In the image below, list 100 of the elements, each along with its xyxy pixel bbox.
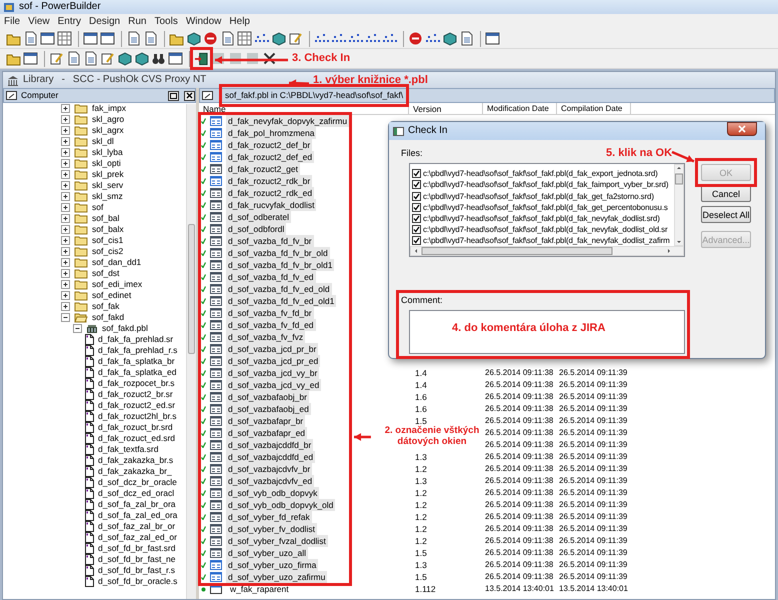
list-item[interactable]: d_sof_vazba_fd_fv_ed_old bbox=[226, 283, 332, 295]
window-icon[interactable] bbox=[485, 31, 500, 46]
square-icon[interactable] bbox=[228, 51, 243, 66]
list-item[interactable]: d_sof_vyber_uzo_all bbox=[226, 547, 308, 559]
tree-item[interactable]: d_sof_faz_zal_ed_or bbox=[98, 532, 177, 543]
expand-icon[interactable] bbox=[61, 126, 70, 135]
tree-item[interactable]: sof_dst bbox=[92, 268, 120, 279]
list-item[interactable]: d_sof_vyb_odb_dopvyk_old bbox=[226, 499, 336, 511]
expand-icon[interactable] bbox=[61, 115, 70, 124]
expand-icon[interactable] bbox=[61, 159, 70, 168]
expand-icon[interactable] bbox=[61, 236, 70, 245]
expand-icon[interactable] bbox=[61, 170, 70, 179]
list-item[interactable]: d_fak_rozuct2_rdk_br bbox=[226, 175, 312, 187]
list-item[interactable]: d_sof_vazba_jcd_vy_ed bbox=[226, 379, 322, 391]
tree-item[interactable]: d_sof_fd_br_fast_ne bbox=[98, 554, 176, 565]
tree-item[interactable]: d_fak_fa_prehlad_r.s bbox=[98, 345, 178, 356]
tree-item[interactable]: fak_impx bbox=[92, 103, 126, 114]
column-header[interactable]: Modification Date bbox=[483, 103, 557, 115]
document-icon[interactable] bbox=[23, 31, 38, 46]
list-item[interactable]: d_sof_vazba_fv_fd_br bbox=[226, 307, 314, 319]
document-icon[interactable] bbox=[66, 51, 81, 66]
expand-icon[interactable] bbox=[61, 148, 70, 157]
document-icon[interactable] bbox=[220, 31, 235, 46]
list-item[interactable]: d_sof_odbfordl bbox=[226, 223, 286, 235]
list-item[interactable]: d_sof_vazba_jcd_pr_br bbox=[226, 343, 318, 355]
grid-icon[interactable] bbox=[237, 31, 252, 46]
expand-icon[interactable] bbox=[61, 181, 70, 190]
menu-item[interactable]: Entry bbox=[54, 14, 85, 28]
column-header[interactable]: Compilation Date bbox=[557, 103, 631, 115]
tree-item[interactable]: d_sof_faz_zal_br_or bbox=[98, 521, 176, 532]
close-icon[interactable] bbox=[262, 51, 277, 66]
list-item[interactable]: d_fak_pol_hromzmena bbox=[226, 127, 316, 139]
file-path[interactable]: c:\pbdl\vyd7-head\sof\sof_fakf\sof_fakf.pbl(d_fak_export_jednota.srd) bbox=[423, 168, 658, 180]
tree-item[interactable]: d_sof_dcz_ed_oracl bbox=[98, 488, 174, 499]
document-icon[interactable] bbox=[143, 31, 158, 46]
file-path[interactable]: c:\pbdl\vyd7-head\sof\sof_fakf\sof_fakf.pbl(d_fak_nevyfak_dodlist.srd) bbox=[423, 212, 660, 224]
tree-item[interactable]: d_fak_rozuct_ed.srd bbox=[98, 433, 176, 444]
tree-item[interactable]: skl_agrx bbox=[92, 125, 124, 136]
tree-item[interactable]: skl_lyba bbox=[92, 147, 123, 158]
expand-icon[interactable] bbox=[61, 137, 70, 146]
tree-item[interactable]: skl_agro bbox=[92, 114, 124, 125]
tree-item[interactable]: sof bbox=[92, 202, 104, 213]
tree-item[interactable]: skl_serv bbox=[92, 180, 124, 191]
file-path[interactable]: c:\pbdl\vyd7-head\sof\sof_fakf\sof_fakf.pbl(d_fak_nevyfak_dodlist_old.sr bbox=[423, 224, 668, 236]
menu-item[interactable]: Run bbox=[124, 14, 150, 28]
pencil-icon[interactable] bbox=[100, 51, 115, 66]
list-item[interactable]: d_sof_vyber_fvzal_dodlist bbox=[226, 535, 328, 547]
tree-item[interactable]: sof_edi_imex bbox=[92, 279, 142, 290]
list-item[interactable]: d_fak_rozuct2_rdk_ed bbox=[226, 187, 314, 199]
tree-item[interactable]: sof_balx bbox=[92, 224, 124, 235]
list-item[interactable]: d_sof_vazba_fd_fv_br_old bbox=[226, 247, 330, 259]
file-path[interactable]: c:\pbdl\vyd7-head\sof\sof_fakf\sof_fakf.pbl(d_fak_faimport_vyber_br.srd) bbox=[423, 179, 668, 191]
checkbox[interactable] bbox=[412, 202, 421, 212]
menu-item[interactable]: View bbox=[24, 14, 54, 28]
expand-icon[interactable] bbox=[61, 104, 70, 113]
stop-sign-icon[interactable] bbox=[203, 31, 218, 46]
cube-icon[interactable] bbox=[442, 31, 457, 46]
tree-item[interactable]: d_sof_fa_zal_ed_ora bbox=[98, 510, 178, 521]
menu-item[interactable]: Window bbox=[182, 14, 226, 28]
cube-icon[interactable] bbox=[186, 31, 201, 46]
tree-item[interactable]: d_fak_rozuct2hl_br.s bbox=[98, 411, 176, 422]
list-item[interactable]: d_sof_vazbafapr_ed bbox=[226, 427, 308, 439]
binoculars-icon[interactable] bbox=[151, 51, 166, 66]
tree-item[interactable]: sof_cis2 bbox=[92, 246, 124, 257]
menu-item[interactable]: Design bbox=[84, 14, 124, 28]
expand-icon[interactable] bbox=[61, 225, 70, 234]
file-list[interactable] bbox=[409, 163, 685, 258]
pencil-icon[interactable] bbox=[288, 31, 303, 46]
grid-icon[interactable] bbox=[57, 31, 72, 46]
window-icon[interactable] bbox=[23, 51, 38, 66]
tree-item[interactable]: skl_smz bbox=[92, 191, 123, 202]
pencil-icon[interactable] bbox=[49, 51, 64, 66]
list-item[interactable]: w_fak_raparent bbox=[226, 583, 293, 595]
tree-item[interactable]: sof_fakd bbox=[92, 312, 124, 323]
scroll-thumb[interactable] bbox=[188, 224, 195, 354]
tree-item[interactable]: sof_cis1 bbox=[92, 235, 124, 246]
tree-item[interactable]: sof_fakd.pbl bbox=[102, 323, 148, 334]
window-icon[interactable] bbox=[83, 31, 98, 46]
document-icon[interactable] bbox=[83, 51, 98, 66]
expand-icon[interactable] bbox=[61, 192, 70, 201]
checkbox[interactable] bbox=[412, 214, 421, 224]
door-arrow-icon[interactable] bbox=[194, 51, 209, 66]
close-button[interactable] bbox=[184, 90, 195, 100]
tree-item[interactable]: d_fak_fa_splatka_ed bbox=[98, 367, 176, 378]
list-item[interactable]: d_sof_vazba_fv_fvz bbox=[226, 331, 306, 343]
tree-item[interactable]: d_fak_fa_splatka_br bbox=[98, 356, 175, 367]
tree-item[interactable]: skl_opti bbox=[92, 158, 121, 169]
document-icon[interactable] bbox=[126, 31, 141, 46]
expand-icon[interactable] bbox=[61, 258, 70, 267]
tree-item[interactable]: skl_prek bbox=[92, 169, 124, 180]
list-item[interactable]: d_sof_odberatel bbox=[226, 211, 291, 223]
tree-item[interactable]: d_fak_rozuct_br.srd bbox=[98, 422, 173, 433]
tree-item[interactable]: d_sof_fd_br_oracle.s bbox=[98, 576, 178, 587]
tree-item[interactable]: sof_bal bbox=[92, 213, 120, 224]
checkbox[interactable] bbox=[412, 169, 421, 178]
list-item[interactable]: d_fak_rozuct2_get bbox=[226, 163, 300, 175]
list-item[interactable]: d_fak_rozuct2_def_br bbox=[226, 139, 312, 151]
window-icon[interactable] bbox=[168, 51, 183, 66]
menu-item[interactable]: Help bbox=[225, 14, 254, 28]
maximize-button[interactable] bbox=[168, 90, 179, 100]
